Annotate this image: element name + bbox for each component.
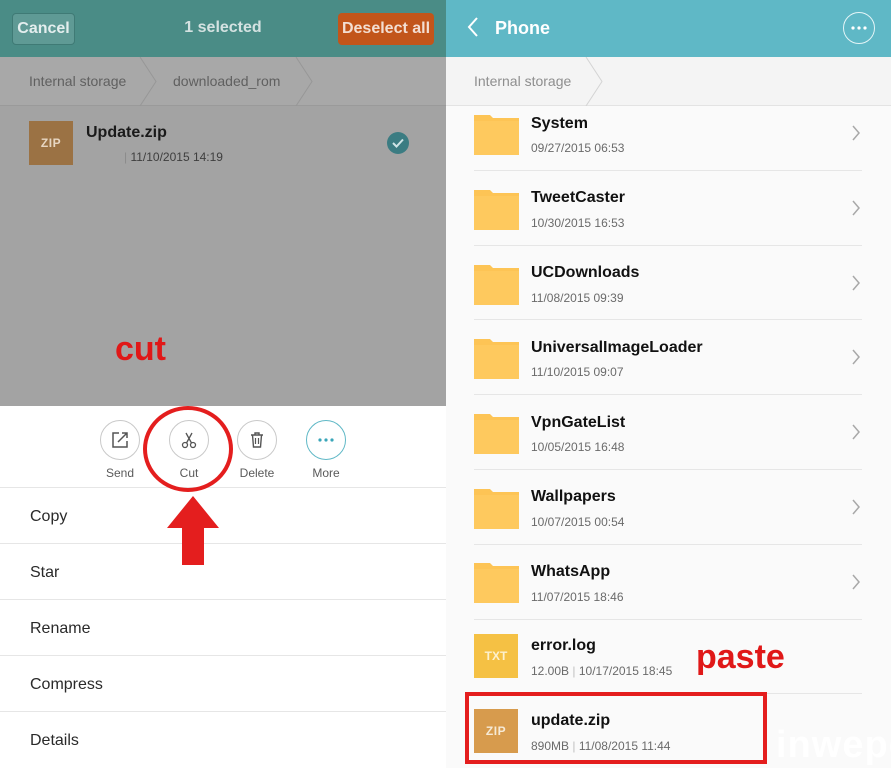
divider (474, 544, 862, 545)
divider (474, 170, 862, 171)
folder-name: TweetCaster (531, 189, 625, 206)
send-label: Send (105, 466, 135, 480)
folder-date: 10/05/2015 16:48 (531, 440, 625, 454)
menu-item-compress[interactable]: Compress (0, 656, 446, 712)
folder-icon (474, 190, 519, 230)
selection-header: Cancel 1 selected Deselect all (0, 0, 446, 57)
folder-name: UniversalImageLoader (531, 339, 703, 356)
more-action[interactable]: More (296, 420, 356, 480)
breadcrumb-separator-icon (295, 57, 313, 106)
dimmed-file-list: Cancel 1 selected Deselect all Internal … (0, 0, 446, 406)
menu-item-copy[interactable]: Copy (0, 488, 446, 544)
folder-name: Wallpapers (531, 488, 616, 505)
breadcrumb-downloaded-rom[interactable]: downloaded_rom (173, 73, 280, 89)
share-icon (100, 420, 140, 460)
more-label: More (312, 466, 340, 480)
send-action[interactable]: Send (90, 420, 150, 480)
breadcrumb-separator-icon (585, 57, 603, 106)
divider (474, 394, 862, 395)
txt-file-icon: TXT (474, 634, 518, 678)
paste-annotation: paste (696, 638, 785, 676)
folder-date: 10/07/2015 00:54 (531, 515, 625, 529)
file-date: | 11/10/2015 14:19 (124, 150, 223, 164)
folder-name: WhatsApp (531, 563, 611, 580)
delete-action[interactable]: Delete (227, 420, 287, 480)
folder-date: 11/08/2015 09:39 (531, 291, 624, 305)
folder-icon (474, 339, 519, 379)
menu-item-star[interactable]: Star (0, 544, 446, 600)
breadcrumb-separator-icon (139, 57, 157, 106)
chevron-right-icon (852, 499, 860, 515)
folder-icon (474, 563, 519, 603)
folder-icon (474, 265, 519, 305)
more-icon (306, 420, 346, 460)
file-manager-selection-panel: Cancel 1 selected Deselect all Internal … (0, 0, 446, 768)
chevron-right-icon (852, 275, 860, 291)
paste-highlight-box (465, 692, 767, 764)
folder-name: System (531, 115, 588, 132)
folder-name: VpnGateList (531, 414, 626, 431)
divider (474, 619, 862, 620)
chevron-right-icon (852, 349, 860, 365)
up-arrow-icon (167, 496, 219, 565)
file-name: Update.zip (86, 124, 167, 141)
watermark: inwepo (776, 724, 891, 766)
phone-header: Phone (446, 0, 891, 57)
breadcrumb-internal-storage[interactable]: Internal storage (474, 73, 571, 89)
chevron-right-icon (852, 200, 860, 216)
chevron-right-icon (852, 125, 860, 141)
folder-date: 11/07/2015 18:46 (531, 590, 624, 604)
file-manager-phone-panel: Phone Internal storage System 09/27/2015… (446, 0, 891, 768)
breadcrumb: Internal storage (446, 57, 891, 106)
file-meta: 12.00B | 10/17/2015 18:45 (531, 664, 673, 678)
cut-annotation: cut (115, 330, 166, 368)
deselect-all-button[interactable]: Deselect all (338, 13, 434, 45)
chevron-right-icon (852, 424, 860, 440)
folder-icon (474, 489, 519, 529)
divider (474, 319, 862, 320)
folder-icon (474, 414, 519, 454)
page-title: Phone (495, 18, 551, 38)
folder-date: 09/27/2015 06:53 (531, 141, 625, 155)
cut-highlight-circle (143, 406, 233, 492)
delete-label: Delete (239, 466, 275, 480)
folder-name: UCDownloads (531, 264, 640, 281)
menu-item-rename[interactable]: Rename (0, 600, 446, 656)
folder-icon (474, 115, 519, 155)
divider (474, 469, 862, 470)
trash-icon (237, 420, 277, 460)
more-options-icon[interactable] (843, 12, 875, 44)
breadcrumb: Internal storage downloaded_rom (0, 57, 446, 106)
file-name: error.log (531, 637, 596, 654)
zip-file-icon: ZIP (29, 121, 73, 165)
folder-date: 11/10/2015 09:07 (531, 365, 624, 379)
selected-check-icon[interactable] (387, 132, 409, 154)
breadcrumb-internal-storage[interactable]: Internal storage (29, 73, 126, 89)
menu-item-details[interactable]: Details (0, 712, 446, 768)
divider (474, 245, 862, 246)
back-icon[interactable] (466, 16, 480, 38)
chevron-right-icon (852, 574, 860, 590)
folder-date: 10/30/2015 16:53 (531, 216, 625, 230)
